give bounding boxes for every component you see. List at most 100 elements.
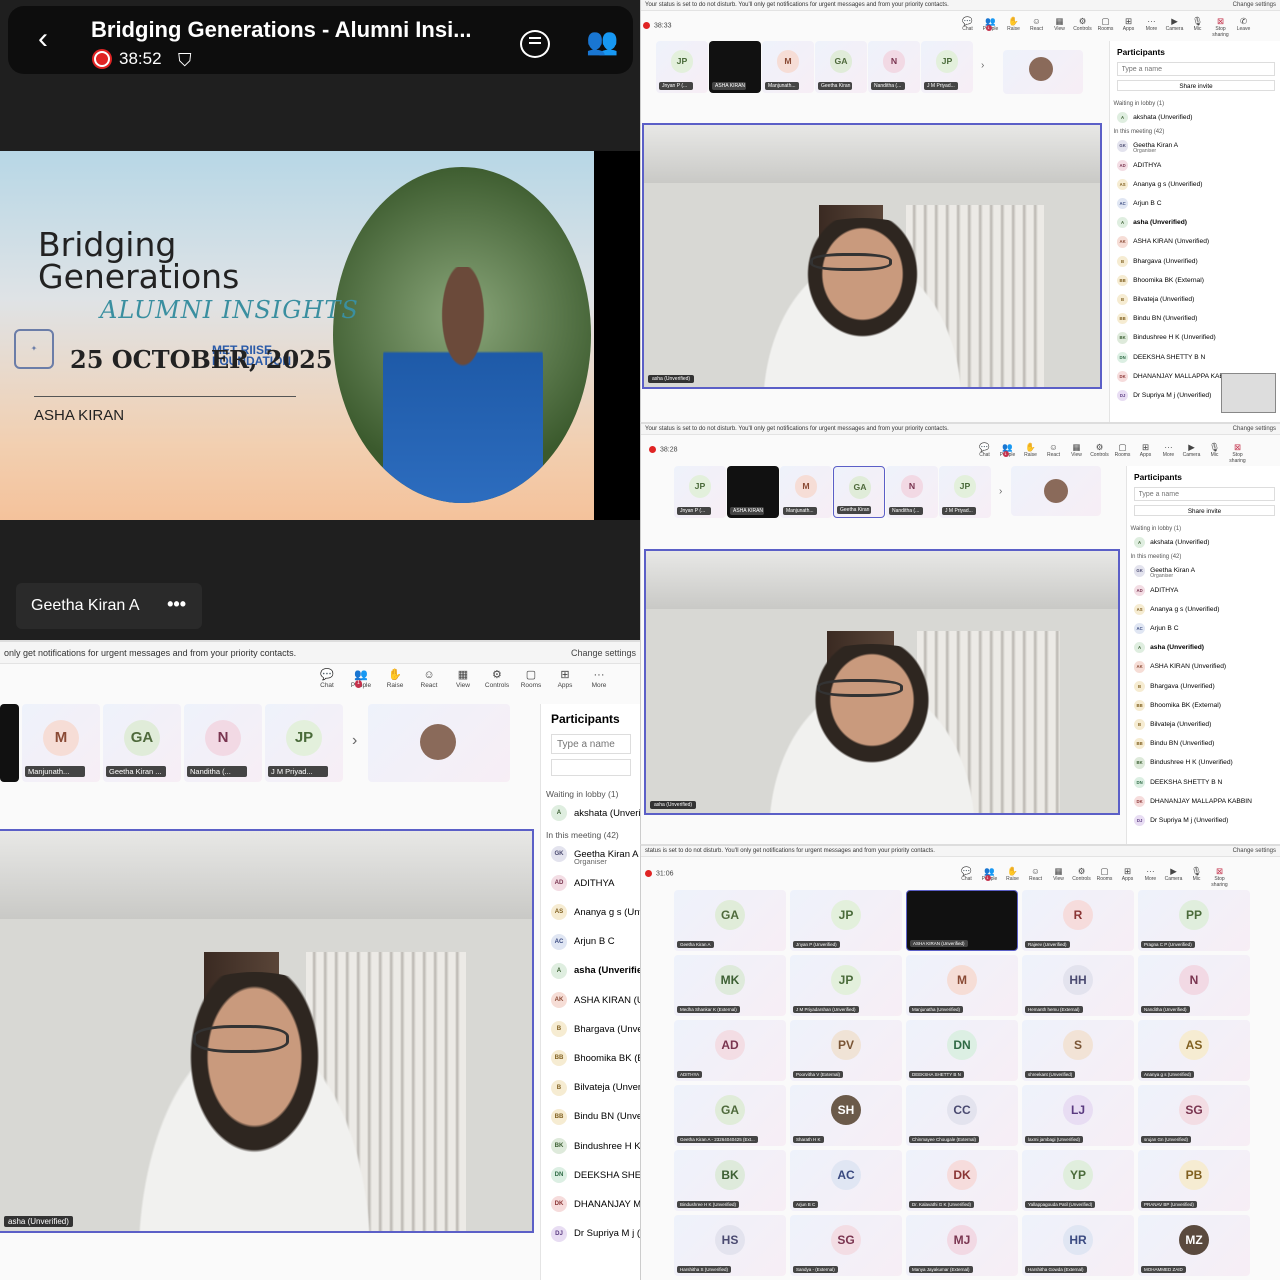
participant-row[interactable]: AS Ananya g s (Unverified) <box>551 904 640 921</box>
toolbar-more-button[interactable]: ··· More <box>1140 16 1163 38</box>
gallery-tile[interactable]: MK Medha Shankar K (External) <box>674 955 786 1016</box>
participant-row[interactable]: BB Bhoomika BK (External) <box>1117 274 1204 286</box>
participant-row[interactable]: DN DEEKSHA SHETTY B N <box>551 1167 640 1184</box>
participant-row[interactable]: Aakshata (Unverified) <box>1134 536 1210 548</box>
gallery-tile[interactable]: N Nanditha (Unverified) <box>1138 955 1250 1016</box>
participant-tile[interactable]: JP J M Priyad... <box>939 466 991 518</box>
participant-row[interactable]: Aasha (Unverified) <box>1117 217 1187 229</box>
participant-search-input[interactable] <box>551 734 631 754</box>
toolbar-more-button[interactable]: ··· More <box>1157 442 1180 464</box>
gallery-tile[interactable]: MZ MOHAMMED ZAID <box>1138 1215 1250 1276</box>
participant-row[interactable]: AS Ananya g s (Unverified) <box>1117 178 1202 190</box>
toolbar-apps-button[interactable]: ⊞ Apps <box>1116 866 1139 888</box>
toolbar-controls-button[interactable]: ⚙ Controls <box>1071 16 1094 38</box>
participant-row[interactable]: DN DEEKSHA SHETTY B N <box>1117 351 1205 363</box>
participant-row[interactable]: B Bhargava (Unverified) <box>551 1021 640 1038</box>
gallery-tile[interactable]: PB PRANAV BP (Unverified) <box>1138 1150 1250 1211</box>
participant-row[interactable]: BB Bindu BN (Unverified) <box>1134 738 1214 750</box>
participant-row[interactable]: DK DHANANJAY MALLAPPA KABBIN <box>1134 795 1252 807</box>
participant-row[interactable]: B Bhargava (Unverified) <box>1134 680 1215 692</box>
toolbar-stop-sharing-button[interactable]: ⊠ Stop sharing <box>1226 442 1249 464</box>
gallery-tile[interactable]: BK Bindushree H K (Unverified) <box>674 1150 786 1211</box>
participant-row[interactable]: Aasha (Unverified) <box>1134 642 1204 654</box>
gallery-tile[interactable]: GA Geetha Kiran A <box>674 890 786 951</box>
participant-tile[interactable]: M Manjunath... <box>22 704 100 782</box>
participant-row[interactable]: DK DHANANJAY MALLAPPA KABBIN <box>1117 370 1235 382</box>
participant-row[interactable]: AK ASHA KIRAN (Unverified) <box>1117 236 1209 248</box>
gallery-tile[interactable]: ASHA KIRAN (Unverified) <box>906 890 1018 951</box>
participant-tile[interactable]: M Manjunath... <box>780 466 832 518</box>
participant-tile[interactable]: JP Jnyan P (... <box>656 41 708 93</box>
toolbar-apps-button[interactable]: ⊞ Apps <box>1134 442 1157 464</box>
gallery-tile[interactable]: AC Arjun B C <box>790 1150 902 1211</box>
toolbar-stop-sharing-button[interactable]: ⊠ Stop sharing <box>1209 16 1232 38</box>
toolbar-react-button[interactable]: ☺ React <box>1025 16 1048 38</box>
gallery-tile[interactable]: SH Sharath H K <box>790 1085 902 1146</box>
presenter-name-tag[interactable]: Geetha Kiran A ••• <box>16 583 202 629</box>
participant-row[interactable]: AD ADITHYA <box>1117 159 1161 171</box>
toolbar-more-button[interactable]: ··· More <box>582 669 616 689</box>
in-meeting-header[interactable]: In this meeting (42) <box>1131 554 1182 560</box>
toolbar-people-button[interactable]: 👥1People <box>978 866 1001 888</box>
next-arrow[interactable]: › <box>981 60 984 71</box>
people-icon[interactable]: 👥 <box>586 26 618 57</box>
toolbar-apps-button[interactable]: ⊞ Apps <box>548 669 582 689</box>
toolbar-view-button[interactable]: ▦ View <box>1065 442 1088 464</box>
participant-row[interactable]: BB Bindu BN (Unverified) <box>551 1108 640 1125</box>
toolbar-react-button[interactable]: ☺ React <box>412 669 446 689</box>
toolbar-raise-button[interactable]: ✋ Raise <box>1019 442 1042 464</box>
participant-row[interactable]: B Bilvateja (Unverified) <box>1134 719 1211 731</box>
participant-row[interactable]: DJ Dr Supriya M j (Unverified) <box>1117 390 1211 402</box>
gallery-tile[interactable]: HR Harshitha Gowda (External) <box>1022 1215 1134 1276</box>
participant-tile[interactable]: M Manjunath... <box>762 41 814 93</box>
participant-row[interactable]: BK Bindushree H K (Unverified) <box>551 1138 640 1154</box>
change-settings-link[interactable]: Change settings <box>1233 0 1276 11</box>
participant-row[interactable]: GK Geetha Kiran A Organiser <box>551 846 638 866</box>
participant-row[interactable]: BK Bindushree H K (Unverified) <box>1117 332 1216 344</box>
share-invite-button[interactable] <box>551 759 631 776</box>
toolbar-apps-button[interactable]: ⊞ Apps <box>1117 16 1140 38</box>
gallery-tile[interactable]: AS Ananya g s (Unverified) <box>1138 1020 1250 1081</box>
toolbar-react-button[interactable]: ☺ React <box>1024 866 1047 888</box>
gallery-tile[interactable]: DK Dr. Kalavathi G K (Unverified) <box>906 1150 1018 1211</box>
chat-icon[interactable] <box>520 30 550 58</box>
participant-row[interactable]: DK DHANANJAY MALLAPPA KABBIN <box>551 1196 640 1213</box>
toolbar-leave-button[interactable]: ✆ Leave <box>1232 16 1255 38</box>
share-invite-button[interactable]: Share invite <box>1134 504 1275 517</box>
toolbar-rooms-button[interactable]: ▢ Rooms <box>1111 442 1134 464</box>
lobby-header[interactable]: Waiting in lobby (1) <box>1114 101 1165 107</box>
toolbar-raise-button[interactable]: ✋ Raise <box>378 669 412 689</box>
participant-row[interactable]: GK Geetha Kiran A Organiser <box>1117 140 1178 154</box>
participant-row[interactable]: BB Bindu BN (Unverified) <box>1117 313 1197 325</box>
share-invite-button[interactable]: Share invite <box>1117 79 1275 92</box>
gallery-tile[interactable]: LJ laxmi jambagi (Unverified) <box>1022 1085 1134 1146</box>
lobby-header[interactable]: Waiting in lobby (1) <box>546 789 618 799</box>
participant-tile[interactable]: N Nanditha (... <box>886 466 938 518</box>
participant-tile[interactable]: JP J M Priyad... <box>265 704 343 782</box>
toolbar-react-button[interactable]: ☺ React <box>1042 442 1065 464</box>
toolbar-people-button[interactable]: 👥1People <box>979 16 1002 38</box>
participant-tile[interactable]: GA Geetha Kiran ... <box>815 41 867 93</box>
toolbar-chat-button[interactable]: 💬 Chat <box>955 866 978 888</box>
participant-row[interactable]: Aakshata (Unverified) <box>551 805 640 821</box>
gallery-tile[interactable]: GA Geetha Kiran A - 23264040425 (Ext... <box>674 1085 786 1146</box>
participant-row[interactable]: AS Ananya g s (Unverified) <box>1134 603 1219 615</box>
gallery-tile[interactable]: HH Hemanth hemu (External) <box>1022 955 1134 1016</box>
participant-row[interactable]: AK ASHA KIRAN (Unverified) <box>1134 661 1226 673</box>
gallery-tile[interactable]: CC Chinmayee Chougale (External) <box>906 1085 1018 1146</box>
toolbar-controls-button[interactable]: ⚙ Controls <box>480 669 514 689</box>
toolbar-view-button[interactable]: ▦ View <box>1048 16 1071 38</box>
gallery-tile[interactable]: JP Jnyan P (Unverified) <box>790 890 902 951</box>
participant-row[interactable]: DJ Dr Supriya M j (Unverified) <box>551 1225 640 1242</box>
toolbar-camera-button[interactable]: ▶ Camera <box>1180 442 1203 464</box>
in-meeting-header[interactable]: In this meeting (42) <box>546 830 619 840</box>
participant-row[interactable]: B Bhargava (Unverified) <box>1117 255 1198 267</box>
participant-row[interactable]: BK Bindushree H K (Unverified) <box>1134 757 1233 769</box>
next-arrow[interactable]: › <box>999 486 1002 497</box>
participant-row[interactable]: B Bilvateja (Unverified) <box>551 1079 640 1096</box>
participant-search-input[interactable] <box>1134 487 1275 501</box>
toolbar-view-button[interactable]: ▦ View <box>1047 866 1070 888</box>
gallery-tile[interactable]: SG srujan Gn (Unverified) <box>1138 1085 1250 1146</box>
toolbar-mic-button[interactable]: 🎙 Mic <box>1186 16 1209 38</box>
participant-row[interactable]: AK ASHA KIRAN (Unverified) <box>551 992 640 1008</box>
